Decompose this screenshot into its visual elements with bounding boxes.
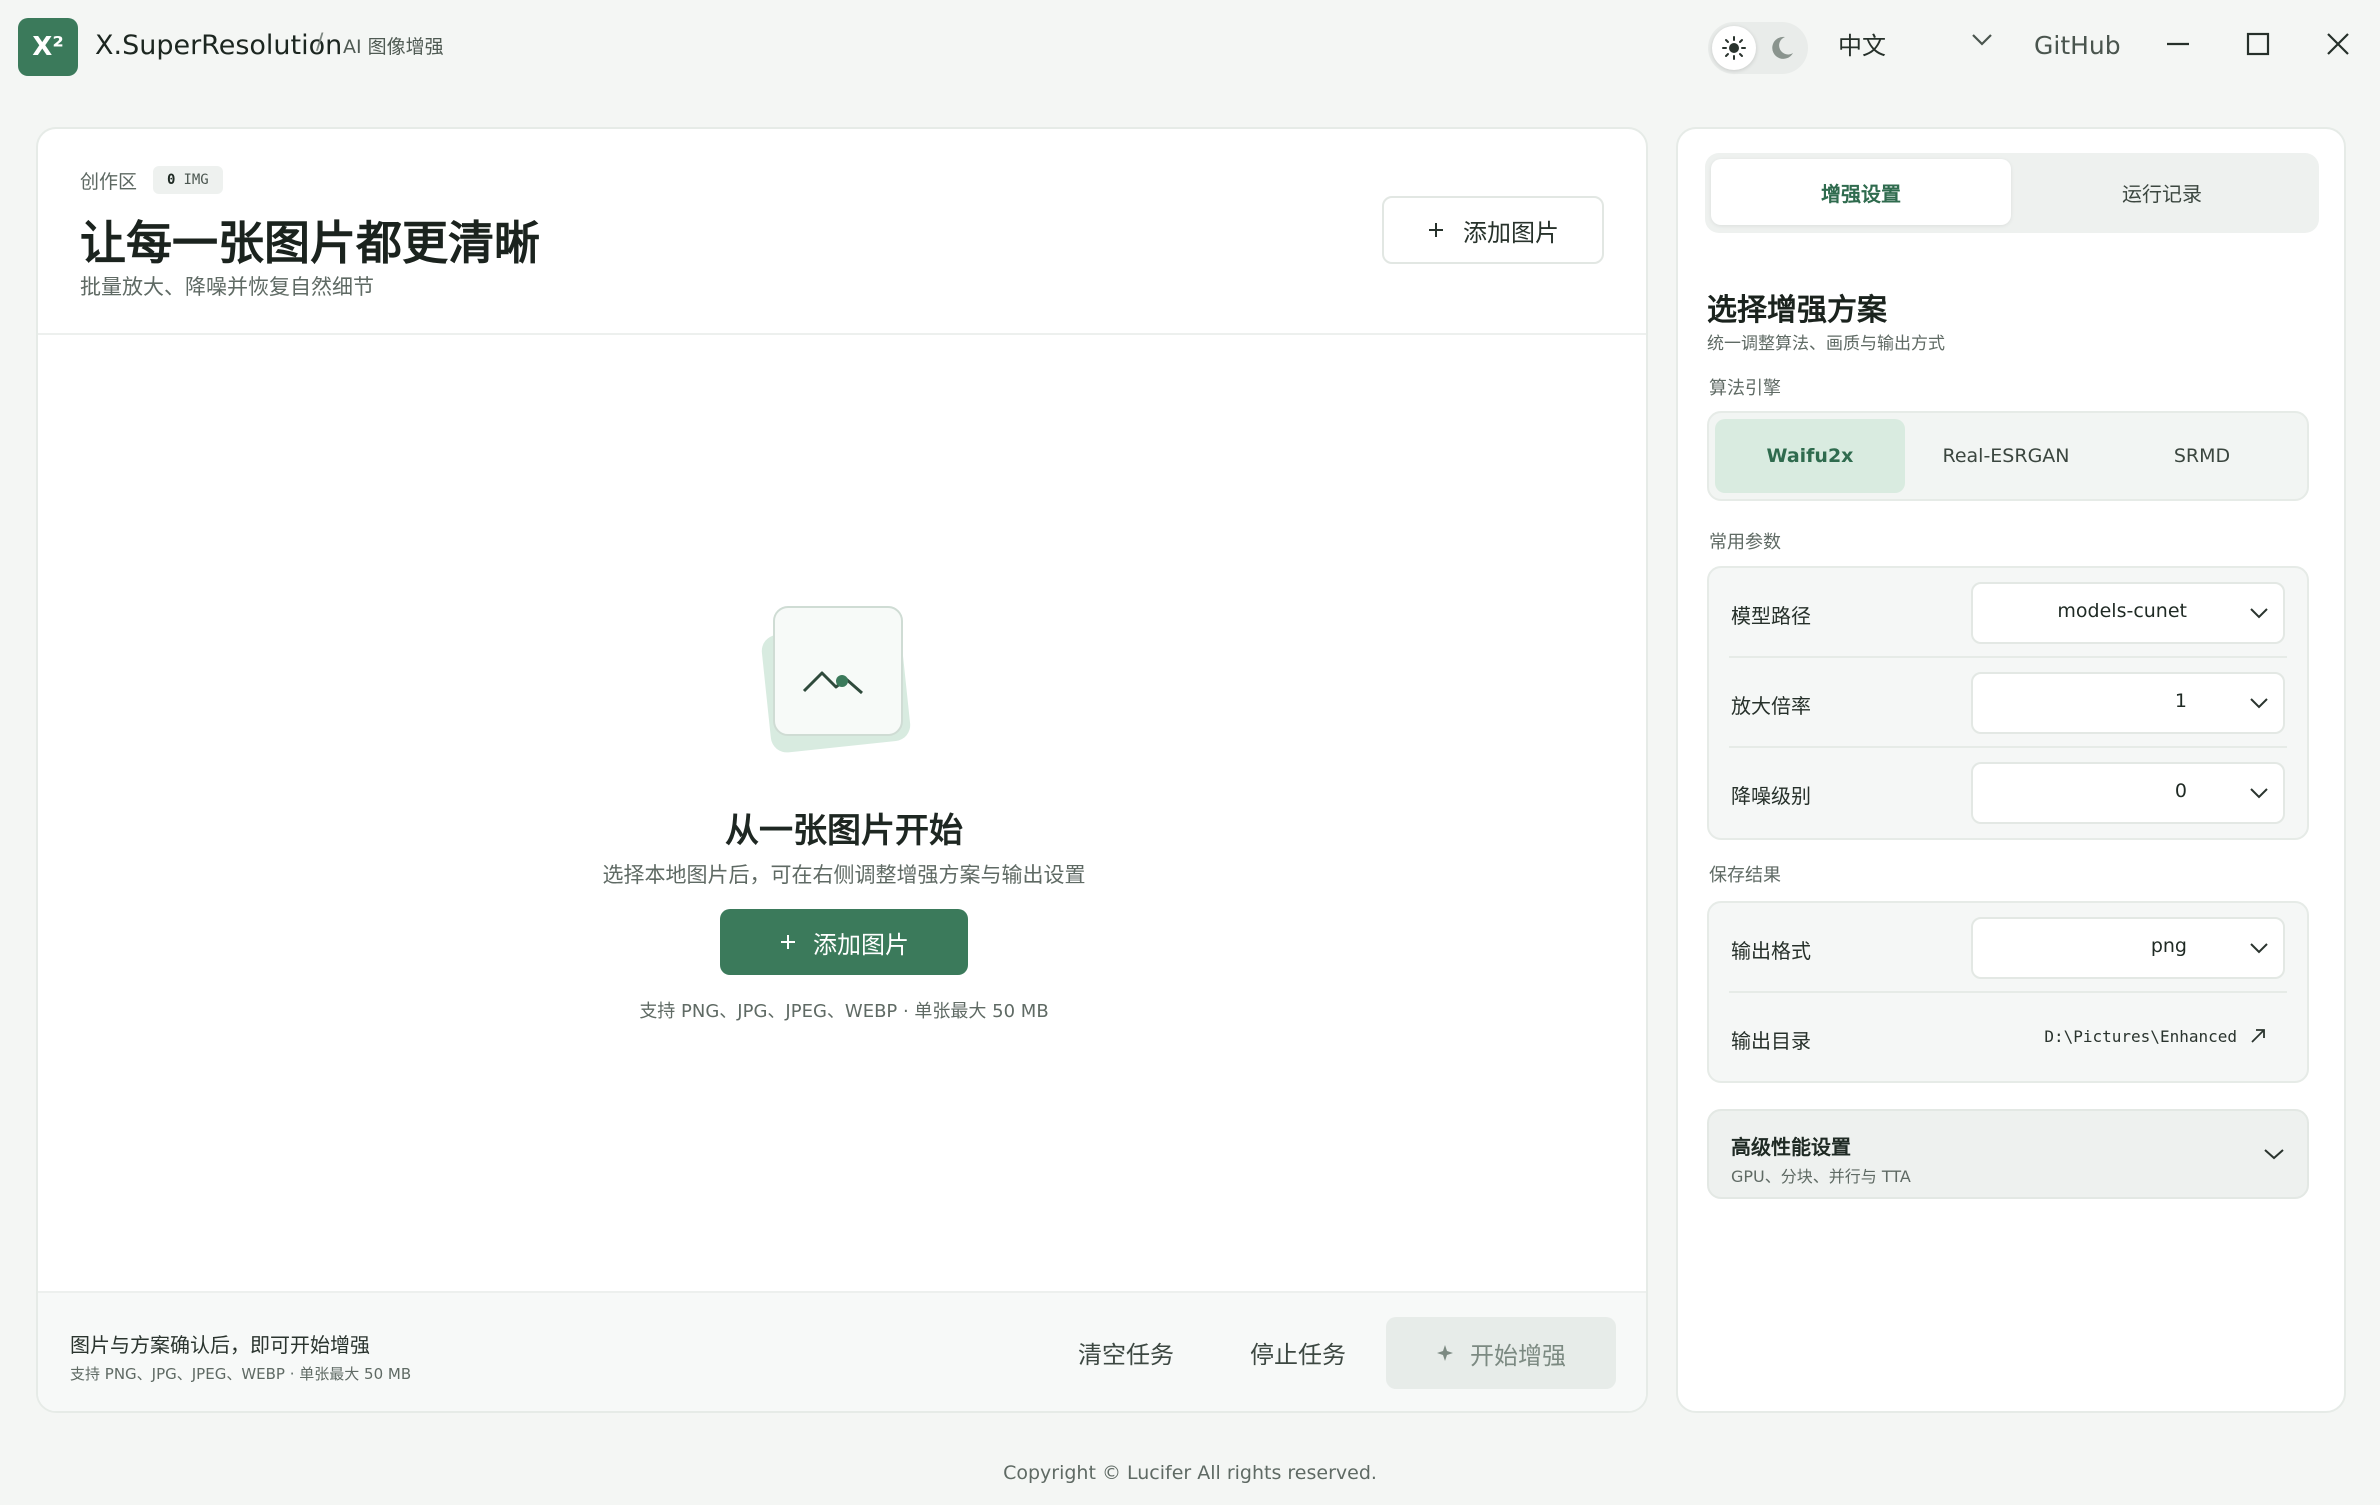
param-label: 放大倍率: [1731, 694, 1811, 718]
engine-option-waifu2x[interactable]: Waifu2x: [1715, 419, 1905, 493]
app-logo: X²: [18, 18, 78, 76]
chevron-down-icon: [2264, 1149, 2284, 1160]
model-path-select[interactable]: models-cunet: [1971, 582, 2285, 644]
param-label: 输出格式: [1731, 939, 1811, 963]
maximize-icon[interactable]: [2244, 30, 2272, 58]
sparkle-icon: [1437, 1345, 1453, 1361]
empty-state-subtitle: 选择本地图片后，可在右侧调整增强方案与输出设置: [602, 863, 1086, 887]
advanced-subtitle: GPU、分块、并行与 TTA: [1731, 1167, 1911, 1186]
footer-supported-formats: 支持 PNG、JPG、JPEG、WEBP · 单张最大 50 MB: [70, 1365, 412, 1383]
start-enhance-button[interactable]: 开始增强: [1386, 1317, 1616, 1389]
select-value: models-cunet: [2057, 600, 2187, 622]
moon-icon: [1772, 36, 1793, 59]
empty-state-title: 从一张图片开始: [725, 811, 963, 851]
param-row-output-format: 输出格式 png: [1709, 903, 2307, 993]
common-params: 模型路径 models-cunet 放大倍率 1 降噪级别 0: [1707, 566, 2309, 840]
add-image-label: 添加图片: [1463, 218, 1559, 247]
output-dir-link[interactable]: D:\Pictures\Enhanced: [2044, 1027, 2237, 1046]
chevron-down-icon: [2250, 788, 2268, 799]
theme-toggle[interactable]: [1708, 22, 1808, 74]
app-name: X.SuperResolution: [95, 30, 343, 61]
action-footer: 图片与方案确认后，即可开始增强 支持 PNG、JPG、JPEG、WEBP · 单…: [38, 1291, 1646, 1411]
divider: [38, 333, 1646, 335]
title-bar: X² X.SuperResolution / AI 图像增强 中文 GitHub: [0, 0, 2380, 94]
select-value: 0: [2174, 780, 2187, 802]
page-title: 让每一张图片都更清晰: [80, 216, 540, 270]
settings-tabs: 增强设置 运行记录: [1705, 153, 2319, 233]
add-image-button-top[interactable]: 添加图片: [1382, 196, 1604, 264]
select-value: png: [2150, 935, 2187, 957]
close-icon[interactable]: [2324, 30, 2352, 58]
image-count: 0: [167, 172, 176, 188]
supported-formats: 支持 PNG、JPG、JPEG、WEBP · 单张最大 50 MB: [639, 1001, 1049, 1022]
github-link[interactable]: GitHub: [2034, 31, 2121, 60]
page-subtitle: 批量放大、降噪并恢复自然细节: [80, 275, 374, 299]
params-group-label: 常用参数: [1709, 532, 1781, 553]
param-label: 输出目录: [1731, 1029, 1811, 1053]
image-count-badge: 0 IMG: [153, 166, 223, 194]
footer-hint: 图片与方案确认后，即可开始增强: [70, 1333, 370, 1357]
chevron-down-icon: [2250, 698, 2268, 709]
plus-icon: [781, 935, 795, 949]
advanced-title: 高级性能设置: [1731, 1135, 1851, 1159]
image-count-unit: IMG: [183, 172, 209, 188]
breadcrumb: AI 图像增强: [343, 36, 444, 58]
copyright: Copyright © Lucifer All rights reserved.: [1003, 1462, 1377, 1484]
language-select[interactable]: 中文: [1838, 26, 1886, 61]
engine-option-real-esrgan[interactable]: Real-ESRGAN: [1911, 419, 2101, 493]
engine-selector: Waifu2x Real-ESRGAN SRMD: [1707, 411, 2309, 501]
clear-tasks-button[interactable]: 清空任务: [1078, 1335, 1174, 1370]
param-row-denoise: 降噪级别 0: [1709, 748, 2307, 838]
param-row-model-path: 模型路径 models-cunet: [1709, 568, 2307, 658]
param-label: 模型路径: [1731, 604, 1811, 628]
advanced-settings-toggle[interactable]: 高级性能设置 GPU、分块、并行与 TTA: [1707, 1109, 2309, 1199]
output-format-select[interactable]: png: [1971, 917, 2285, 979]
section-title: 选择增强方案: [1707, 293, 1887, 328]
add-image-button[interactable]: 添加图片: [720, 909, 968, 975]
chevron-down-icon: [2250, 608, 2268, 619]
start-enhance-label: 开始增强: [1470, 1341, 1566, 1370]
tab-enhance-settings[interactable]: 增强设置: [1711, 159, 2011, 225]
chevron-down-icon[interactable]: [1970, 32, 1994, 48]
stop-task-button[interactable]: 停止任务: [1250, 1335, 1346, 1370]
tab-run-log[interactable]: 运行记录: [2012, 159, 2312, 225]
param-row-scale: 放大倍率 1: [1709, 658, 2307, 748]
add-image-label: 添加图片: [813, 930, 909, 959]
workspace-card: 创作区 0 IMG 让每一张图片都更清晰 批量放大、降噪并恢复自然细节 添加图片…: [36, 127, 1648, 1413]
save-settings: 输出格式 png 输出目录 D:\Pictures\Enhanced: [1707, 901, 2309, 1083]
breadcrumb-separator: /: [316, 30, 324, 55]
param-row-output-dir: 输出目录 D:\Pictures\Enhanced: [1709, 993, 2307, 1083]
chevron-down-icon: [2250, 943, 2268, 954]
save-group-label: 保存结果: [1709, 865, 1781, 886]
sun-icon: [1712, 26, 1756, 70]
engine-group-label: 算法引擎: [1709, 378, 1781, 399]
select-value: 1: [2174, 690, 2187, 712]
plus-icon: [1429, 223, 1443, 237]
engine-option-srmd[interactable]: SRMD: [2107, 419, 2297, 493]
image-placeholder-icon: [761, 606, 911, 753]
workspace-label: 创作区: [80, 171, 138, 193]
denoise-select[interactable]: 0: [1971, 762, 2285, 824]
param-label: 降噪级别: [1731, 784, 1811, 808]
external-link-icon[interactable]: [2249, 1027, 2267, 1045]
settings-panel: 增强设置 运行记录 选择增强方案 统一调整算法、画质与输出方式 算法引擎 Wai…: [1676, 127, 2346, 1413]
section-subtitle: 统一调整算法、画质与输出方式: [1707, 334, 1945, 354]
minimize-icon[interactable]: [2164, 30, 2192, 58]
scale-select[interactable]: 1: [1971, 672, 2285, 734]
